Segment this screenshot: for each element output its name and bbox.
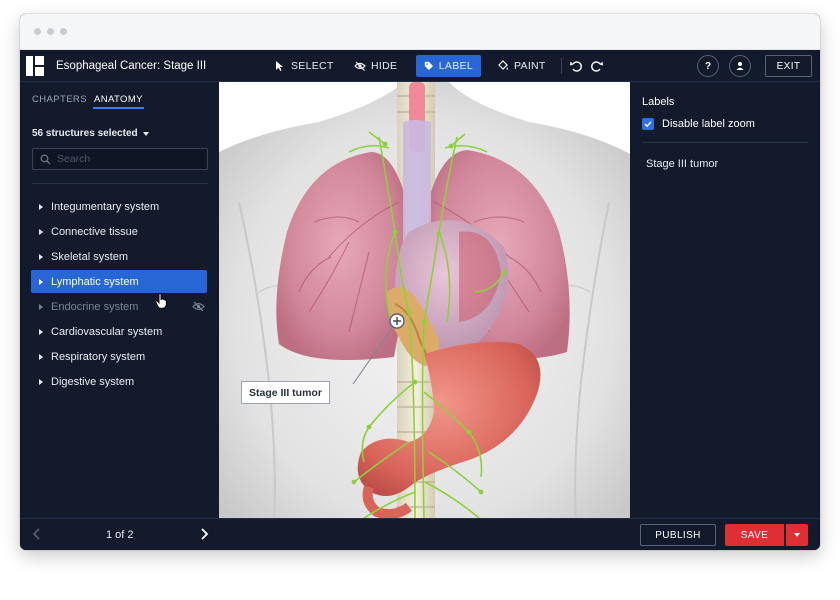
bottom-bar: 1 of 2 PUBLISH SAVE <box>20 518 820 550</box>
selection-summary-dropdown[interactable]: 56 structures selected <box>32 128 149 139</box>
caret-right-icon <box>39 203 43 210</box>
window-dot-icon <box>60 28 67 35</box>
user-icon <box>736 62 744 70</box>
cursor-arrow-icon <box>276 61 283 71</box>
previous-page-icon[interactable] <box>30 527 44 541</box>
save-options-button[interactable] <box>786 524 808 546</box>
search-icon <box>40 154 51 164</box>
search-box <box>32 148 208 170</box>
exit-button[interactable]: EXIT <box>765 55 812 77</box>
caret-right-icon <box>39 353 43 360</box>
hide-tool-button[interactable]: HIDE <box>346 55 405 77</box>
caret-right-icon <box>39 253 43 260</box>
tree-item-label: Skeletal system <box>51 250 129 263</box>
top-toolbar: Esophageal Cancer: Stage III SELECT HIDE… <box>20 50 820 82</box>
disable-label-zoom-text: Disable label zoom <box>662 118 755 130</box>
tree-item-label: Endocrine system <box>51 300 139 313</box>
label-tool-label: LABEL <box>438 60 473 72</box>
tree-item-label: Respiratory system <box>51 350 146 363</box>
app-logo-icon <box>26 56 44 76</box>
tree-item-integumentary[interactable]: Integumentary system <box>31 195 207 218</box>
tab-chapters[interactable]: CHAPTERS <box>32 94 87 105</box>
tree-item-endocrine[interactable]: Endocrine system <box>31 295 207 318</box>
window-dot-icon <box>47 28 54 35</box>
chevron-down-icon <box>142 131 149 136</box>
caret-right-icon <box>39 328 43 335</box>
select-tool-label: SELECT <box>291 60 334 72</box>
hand-cursor-icon <box>155 293 167 309</box>
sidebar-divider <box>32 183 208 184</box>
publish-button[interactable]: PUBLISH <box>640 524 716 546</box>
caret-right-icon <box>39 378 43 385</box>
tumor-annotation-label[interactable]: Stage III tumor <box>241 381 330 404</box>
window-chrome <box>20 14 820 50</box>
toolbar-divider <box>561 58 562 74</box>
active-tab-indicator <box>93 107 144 109</box>
hide-tool-label: HIDE <box>371 60 398 72</box>
tag-icon <box>424 61 433 71</box>
tree-item-label: Lymphatic system <box>51 275 139 288</box>
caret-right-icon <box>39 303 43 310</box>
tree-item-connective[interactable]: Connective tissue <box>31 220 207 243</box>
tree-item-cardiovascular[interactable]: Cardiovascular system <box>31 320 207 343</box>
tree-item-lymphatic[interactable]: Lymphatic system <box>31 270 207 293</box>
window-dot-icon <box>34 28 41 35</box>
tree-item-digestive[interactable]: Digestive system <box>31 370 207 393</box>
paint-tool-button[interactable]: PAINT <box>489 55 554 77</box>
label-list-item[interactable]: Stage III tumor <box>646 158 718 170</box>
tree-item-skeletal[interactable]: Skeletal system <box>31 245 207 268</box>
labels-panel: Labels Disable label zoom Stage III tumo… <box>630 82 820 518</box>
select-tool-button[interactable]: SELECT <box>266 55 342 77</box>
undo-icon[interactable] <box>569 59 583 73</box>
caret-right-icon <box>39 228 43 235</box>
labels-panel-divider <box>642 142 808 143</box>
paint-tool-label: PAINT <box>514 60 546 72</box>
page-indicator: 1 of 2 <box>106 529 134 541</box>
anatomy-3d-model[interactable] <box>219 82 630 518</box>
anatomy-sidebar: CHAPTERS ANATOMY 56 structures selected … <box>20 82 219 518</box>
tree-item-label: Cardiovascular system <box>51 325 163 338</box>
eye-off-icon[interactable] <box>192 301 205 312</box>
help-button[interactable]: ? <box>697 55 719 77</box>
redo-icon[interactable] <box>590 59 604 73</box>
tab-anatomy[interactable]: ANATOMY <box>94 94 143 105</box>
save-button[interactable]: SAVE <box>725 524 784 546</box>
labels-panel-title: Labels <box>642 96 675 108</box>
disable-label-zoom-checkbox[interactable]: Disable label zoom <box>642 118 755 130</box>
tree-item-label: Connective tissue <box>51 225 138 238</box>
tree-item-respiratory[interactable]: Respiratory system <box>31 345 207 368</box>
label-tool-button[interactable]: LABEL <box>416 55 481 77</box>
anatomy-viewport[interactable]: Stage III tumor <box>219 82 630 518</box>
search-input[interactable] <box>57 153 207 165</box>
selection-summary-text: 56 structures selected <box>32 128 138 139</box>
eye-off-icon <box>354 61 366 71</box>
document-title: Esophageal Cancer: Stage III <box>56 60 207 72</box>
checkbox-checked-icon <box>642 118 654 130</box>
caret-right-icon <box>39 278 43 285</box>
tree-item-label: Integumentary system <box>51 200 160 213</box>
paint-bucket-icon <box>498 60 508 71</box>
tree-item-label: Digestive system <box>51 375 135 388</box>
app-window: Esophageal Cancer: Stage III SELECT HIDE… <box>20 14 820 550</box>
help-icon: ? <box>704 60 712 72</box>
next-page-icon[interactable] <box>197 527 211 541</box>
account-button[interactable] <box>729 55 751 77</box>
chevron-down-icon <box>794 533 800 537</box>
